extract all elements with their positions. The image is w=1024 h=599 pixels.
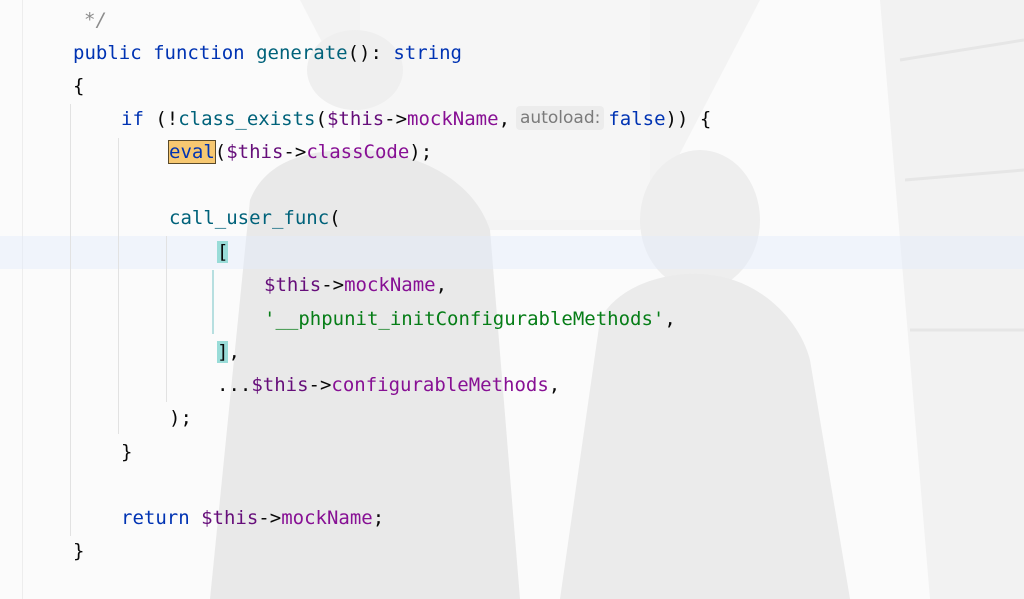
code-line: } — [121, 436, 132, 469]
keyword-function: function — [153, 42, 245, 64]
code-line: */ — [84, 4, 107, 37]
semicolon: ; — [372, 507, 385, 529]
code-line: { — [73, 70, 84, 103]
arrow: -> — [308, 374, 332, 396]
code-line: if (!class_exists($this->mockName, autolo… — [121, 103, 711, 136]
indent-guide — [70, 104, 71, 536]
code-line: eval($this->classCode); — [168, 136, 433, 169]
keyword-false: false — [608, 108, 666, 130]
paren: ( — [315, 108, 327, 130]
bracket-close-matched: ] — [217, 341, 229, 363]
code-line: ); — [169, 402, 192, 435]
arrow: -> — [258, 507, 282, 529]
this-var: $this — [226, 141, 284, 163]
comment-end: */ — [84, 9, 107, 31]
call-user-func[interactable]: call_user_func — [169, 207, 329, 229]
paren: ( — [214, 141, 227, 163]
comma: , — [435, 274, 448, 296]
signature-punct: (): — [347, 42, 394, 64]
if-close-brace: } — [121, 441, 133, 463]
comma: , — [548, 374, 561, 396]
function-name[interactable]: generate — [256, 42, 348, 64]
comma: , — [498, 108, 511, 130]
code-line: ], — [217, 336, 240, 369]
arrow: -> — [321, 274, 345, 296]
if-open-punct: (! — [143, 108, 179, 130]
arrow: -> — [384, 108, 408, 130]
keyword-if: if — [121, 108, 144, 130]
editor-gutter-border — [22, 0, 23, 599]
prop-mockName: mockName — [281, 507, 373, 529]
code-line: return $this->mockName; — [121, 502, 384, 535]
this-var: $this — [326, 108, 385, 130]
spread-operator: ... — [217, 374, 252, 396]
string-literal: '__phpunit_initConfigurableMethods' — [264, 308, 665, 330]
call-class-exists[interactable]: class_exists — [178, 108, 315, 130]
bracket-scope-guide — [212, 270, 214, 334]
eval-keyword-highlighted[interactable]: eval — [168, 140, 216, 164]
bracket-open-matched: [ — [217, 241, 229, 263]
keyword-public: public — [73, 42, 142, 64]
return-type: string — [393, 42, 462, 64]
prop-configurableMethods: configurableMethods — [331, 374, 549, 396]
eval-end: ); — [409, 141, 433, 163]
indent-guide — [118, 138, 119, 434]
if-close-punct: )) { — [665, 108, 712, 130]
close-brace: } — [73, 540, 85, 562]
this-var: $this — [251, 374, 309, 396]
prop-mockName: mockName — [344, 274, 436, 296]
indent-guide — [166, 236, 167, 402]
code-line: $this->mockName, — [264, 269, 447, 302]
arrow: -> — [283, 141, 307, 163]
this-var: $this — [264, 274, 322, 296]
code-line: call_user_func( — [169, 202, 341, 235]
code-line: ...$this->configurableMethods, — [217, 369, 560, 402]
prop-classCode: classCode — [306, 141, 410, 163]
current-line-highlight — [0, 236, 1024, 269]
parameter-hint-autoload: autoload: — [516, 105, 605, 130]
open-brace: { — [73, 75, 85, 97]
code-line: public function generate(): string — [73, 37, 462, 70]
code-line: } — [73, 535, 84, 568]
this-var: $this — [201, 507, 259, 529]
comma: , — [664, 308, 676, 330]
code-line: [ — [217, 236, 229, 269]
keyword-return: return — [121, 507, 190, 529]
paren: ( — [329, 207, 341, 229]
prop-mockName: mockName — [407, 108, 499, 130]
call-close: ); — [169, 407, 192, 429]
code-line: '__phpunit_initConfigurableMethods', — [264, 303, 676, 336]
comma: , — [228, 341, 240, 363]
